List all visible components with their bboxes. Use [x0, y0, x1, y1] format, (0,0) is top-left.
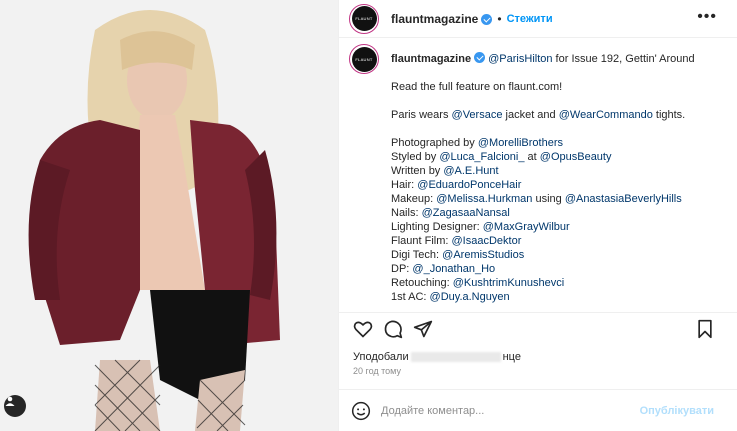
credit-label: Hair: [391, 179, 418, 191]
caption-wears-line: Paris wears @Versace jacket and @WearCom… [391, 108, 721, 122]
credit-label: Nails: [391, 207, 422, 219]
avatar-logo: FLAUNT [351, 6, 377, 31]
credit-extra-label: using [532, 193, 565, 205]
caption-read-more: Read the full feature on flaunt.com! [391, 81, 563, 93]
caption-title: for Issue 192, Gettin' Around [552, 53, 695, 65]
credit-label: Makeup: [391, 193, 437, 205]
publish-button[interactable]: Опублікувати [640, 405, 714, 417]
credit-label: Digi Tech: [391, 249, 443, 261]
credit-label: Styled by [391, 151, 440, 163]
caption-avatar-logo: FLAUNT [351, 46, 377, 72]
credit-label: 1st AC: [391, 291, 430, 303]
heart-icon[interactable] [353, 319, 373, 339]
credit-line: Nails: @ZagasaaNansal [391, 206, 721, 220]
credit-handle[interactable]: @Luca_Falcioni_ [439, 151, 524, 163]
redacted-names [410, 352, 501, 363]
credit-line: DP: @_Jonathan_Ho [391, 262, 721, 276]
likes-prefix: Уподобали [353, 351, 409, 363]
credit-extra-label: at [524, 151, 540, 163]
credit-handle[interactable]: @_Jonathan_Ho [412, 263, 495, 275]
comment-input[interactable]: Додайте коментар... [381, 405, 640, 417]
verified-badge-icon [481, 14, 493, 25]
share-icon[interactable] [413, 319, 433, 339]
caption-first-line: flauntmagazine @ParisHilton for Issue 19… [391, 51, 721, 66]
caption-verified-badge-icon [474, 52, 486, 63]
credit-handle[interactable]: @IsaacDektor [452, 235, 522, 247]
credit-line: Lighting Designer: @MaxGrayWilbur [391, 220, 721, 234]
credit-handle[interactable]: @MorelliBrothers [478, 137, 563, 149]
credit-line: 1st AC: @Duy.a.Nguyen [391, 290, 721, 304]
emoji-icon[interactable] [351, 401, 371, 421]
post-timestamp[interactable]: 20 год тому [353, 366, 401, 376]
credit-label: Photographed by [391, 137, 478, 149]
wears-prefix: Paris wears [391, 109, 452, 121]
credit-line: Styled by @Luca_Falcioni_ at @OpusBeauty [391, 150, 721, 164]
wears-mid: jacket and [502, 109, 559, 121]
post-side-panel: FLAUNT flauntmagazine • Стежити ••• FLAU… [338, 0, 737, 431]
credit-line: Flaunt Film: @IsaacDektor [391, 234, 721, 248]
credit-handle[interactable]: @EduardoPonceHair [417, 179, 521, 191]
more-options-icon[interactable]: ••• [697, 8, 717, 26]
likes-suffix: нце [502, 351, 521, 363]
credit-handle[interactable]: @KushtrimKunushevci [453, 277, 564, 289]
caption-avatar[interactable]: FLAUNT [349, 44, 379, 74]
credit-handle[interactable]: @Melissa.Hurkman [436, 193, 532, 205]
credit-label: Retouching: [391, 277, 453, 289]
credit-label: Written by [391, 165, 444, 177]
credit-handle[interactable]: @ZagasaaNansal [422, 207, 510, 219]
post-image [0, 0, 338, 431]
caption-mention[interactable]: @ParisHilton [488, 53, 552, 65]
credit-extra-handle[interactable]: @OpusBeauty [540, 151, 612, 163]
action-bar [339, 312, 737, 340]
credit-line: Photographed by @MorelliBrothers [391, 136, 721, 150]
bookmark-icon[interactable] [695, 319, 715, 339]
credit-line: Written by @A.E.Hunt [391, 164, 721, 178]
credit-line: Retouching: @KushtrimKunushevci [391, 276, 721, 290]
credits-list: Photographed by @MorelliBrothers Styled b… [391, 136, 721, 304]
comment-icon[interactable] [383, 319, 403, 339]
caption-username[interactable]: flauntmagazine [391, 53, 471, 65]
mention-versace[interactable]: @Versace [452, 109, 503, 121]
avatar[interactable]: FLAUNT [349, 3, 379, 34]
credit-handle[interactable]: @A.E.Hunt [443, 165, 498, 177]
credit-line: Makeup: @Melissa.Hurkman using @Anastasi… [391, 192, 721, 206]
credit-handle[interactable]: @Duy.a.Nguyen [430, 291, 510, 303]
credit-handle[interactable]: @MaxGrayWilbur [483, 221, 570, 233]
credit-handle[interactable]: @AremisStudios [442, 249, 524, 261]
comment-bar: Додайте коментар... Опублікувати [339, 389, 737, 431]
wears-suffix: tights. [652, 109, 686, 121]
header-username[interactable]: flauntmagazine [391, 12, 478, 26]
follow-button[interactable]: Стежити [507, 13, 553, 25]
post-header: FLAUNT flauntmagazine • Стежити ••• [339, 0, 737, 38]
likes-text[interactable]: Уподобали нце [353, 351, 521, 363]
post-photo[interactable] [0, 0, 338, 431]
credit-label: Lighting Designer: [391, 221, 483, 233]
header-separator: • [497, 11, 502, 26]
user-tag-icon[interactable] [4, 395, 26, 417]
credit-label: DP: [391, 263, 413, 275]
caption-text: flauntmagazine @ParisHilton for Issue 19… [391, 44, 721, 304]
credit-line: Hair: @EduardoPonceHair [391, 178, 721, 192]
credit-extra-handle[interactable]: @AnastasiaBeverlyHills [565, 193, 682, 205]
credit-label: Flaunt Film: [391, 235, 452, 247]
mention-wearcommando[interactable]: @WearCommando [559, 109, 653, 121]
credit-line: Digi Tech: @AremisStudios [391, 248, 721, 262]
caption-section: FLAUNT flauntmagazine @ParisHilton for I… [339, 44, 737, 306]
